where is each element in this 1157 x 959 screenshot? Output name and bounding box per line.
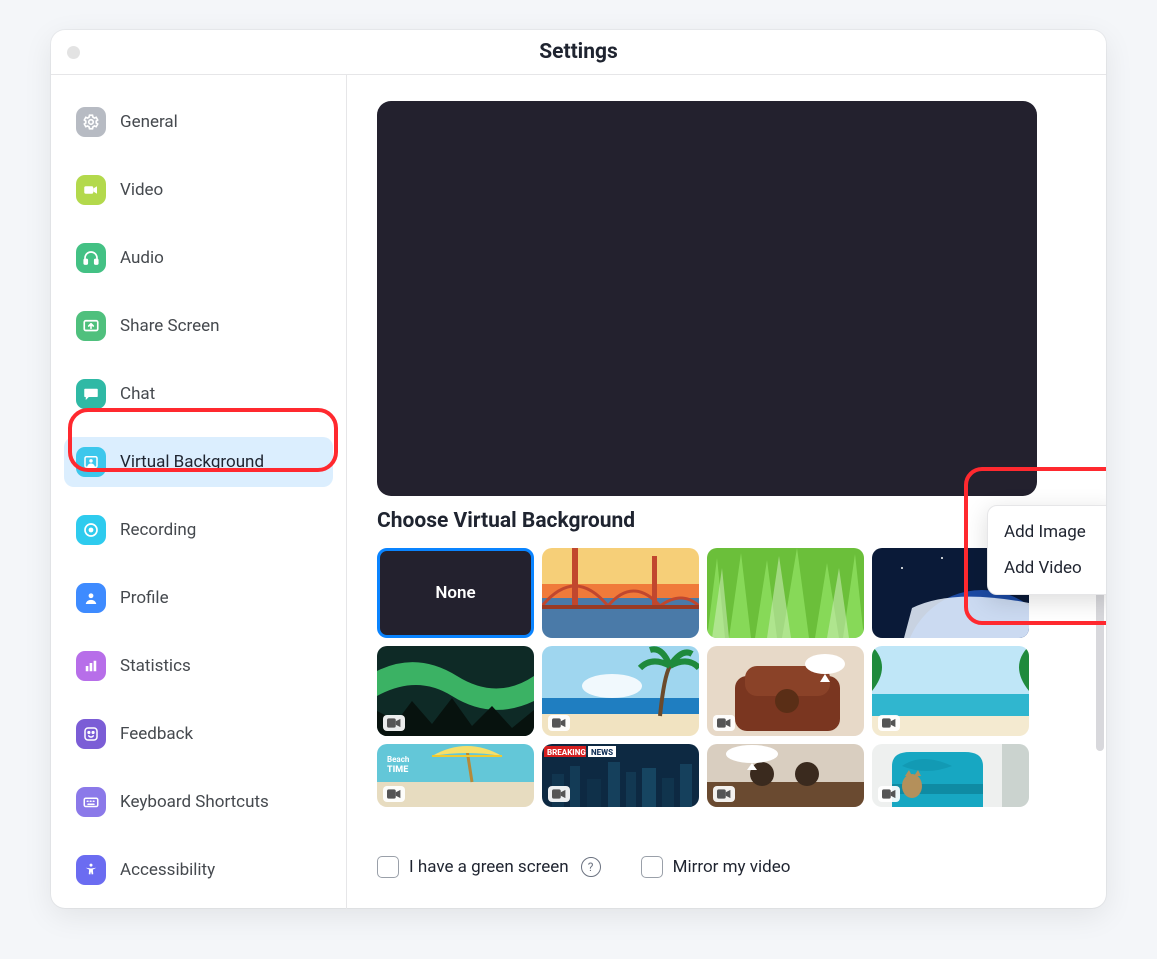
thumbnail-scrollbar[interactable] (1096, 575, 1104, 751)
add-video-item[interactable]: Add Video (988, 550, 1106, 586)
share-screen-icon (76, 311, 106, 341)
section-header-row: Choose Virtual Background (377, 508, 1037, 534)
virtual-background-icon (76, 447, 106, 477)
video-badge-icon (713, 786, 735, 802)
titlebar: Settings (51, 30, 1106, 75)
window-title: Settings (539, 40, 618, 64)
video-icon (76, 175, 106, 205)
checkbox-box (641, 856, 663, 878)
video-badge-icon (878, 786, 900, 802)
sidebar-item-chat[interactable]: Chat (64, 369, 333, 419)
background-thumb-none[interactable]: None (377, 548, 534, 638)
chat-icon (76, 379, 106, 409)
sidebar-item-audio[interactable]: Audio (64, 233, 333, 283)
sidebar-item-virtual-background[interactable]: Virtual Background (64, 437, 333, 487)
video-badge-icon (713, 715, 735, 731)
add-image-item[interactable]: Add Image (988, 514, 1106, 550)
sidebar-item-feedback[interactable]: Feedback (64, 709, 333, 759)
sidebar-item-label: Chat (120, 384, 155, 404)
sidebar-item-label: Keyboard Shortcuts (120, 792, 269, 812)
main-panel: Choose Virtual Background None (347, 75, 1106, 909)
sidebar-item-label: Audio (120, 248, 164, 268)
mirror-label: Mirror my video (673, 857, 791, 877)
background-thumbnail-grid: None (377, 548, 1041, 834)
background-thumb-beach-umbrella[interactable]: Beach TIME (377, 744, 534, 807)
sidebar-item-label: Statistics (120, 656, 191, 676)
sidebar-item-keyboard-shortcuts[interactable]: Keyboard Shortcuts (64, 777, 333, 827)
background-thumb-city-news[interactable]: BREAKING NEWS (542, 744, 699, 807)
accessibility-icon (76, 855, 106, 885)
sidebar-item-label: Share Screen (120, 316, 220, 336)
help-icon[interactable]: ? (581, 857, 601, 877)
background-thumb-grass[interactable] (707, 548, 864, 638)
sidebar-item-label: Video (120, 180, 163, 200)
gear-icon (76, 107, 106, 137)
sidebar-item-share-screen[interactable]: Share Screen (64, 301, 333, 351)
feedback-icon (76, 719, 106, 749)
svg-text:Beach: Beach (387, 755, 410, 764)
background-thumb-dog-sofa[interactable] (707, 646, 864, 736)
options-row: I have a green screen ? Mirror my video (377, 856, 1074, 878)
content-area: General Video Audio Share Screen (51, 75, 1106, 909)
headphones-icon (76, 243, 106, 273)
background-thumb-beach-palms[interactable] (542, 646, 699, 736)
video-preview (377, 101, 1037, 496)
checkbox-box (377, 856, 399, 878)
svg-text:NEWS: NEWS (591, 748, 613, 757)
sidebar-item-profile[interactable]: Profile (64, 573, 333, 623)
video-badge-icon (383, 786, 405, 802)
background-thumb-bridge[interactable] (542, 548, 699, 638)
mirror-checkbox[interactable]: Mirror my video (641, 856, 791, 878)
video-badge-icon (383, 715, 405, 731)
sidebar: General Video Audio Share Screen (51, 75, 347, 909)
sidebar-item-video[interactable]: Video (64, 165, 333, 215)
keyboard-icon (76, 787, 106, 817)
video-badge-icon (878, 715, 900, 731)
sidebar-item-general[interactable]: General (64, 97, 333, 147)
background-thumb-cat-armchair[interactable] (872, 744, 1029, 807)
sidebar-item-label: Profile (120, 588, 169, 608)
sidebar-item-label: Virtual Background (120, 452, 264, 472)
video-badge-icon (548, 715, 570, 731)
sidebar-item-label: Accessibility (120, 860, 215, 880)
sidebar-item-recording[interactable]: Recording (64, 505, 333, 555)
svg-text:TIME: TIME (387, 765, 408, 775)
statistics-icon (76, 651, 106, 681)
sidebar-item-accessibility[interactable]: Accessibility (64, 845, 333, 895)
settings-window: Settings General Video Audio (51, 30, 1106, 908)
greenscreen-checkbox[interactable]: I have a green screen (377, 856, 569, 878)
sidebar-item-label: Recording (120, 520, 196, 540)
none-label: None (435, 583, 475, 603)
background-thumb-tropical-sea[interactable] (872, 646, 1029, 736)
background-thumb-aurora[interactable] (377, 646, 534, 736)
profile-icon (76, 583, 106, 613)
sidebar-item-label: Feedback (120, 724, 193, 744)
window-close-dot[interactable] (67, 46, 80, 59)
section-title: Choose Virtual Background (377, 509, 635, 533)
add-background-menu: Add Image Add Video (987, 505, 1106, 595)
recording-icon (76, 515, 106, 545)
sidebar-item-statistics[interactable]: Statistics (64, 641, 333, 691)
background-thumb-cafe[interactable] (707, 744, 864, 807)
video-badge-icon (548, 786, 570, 802)
svg-text:BREAKING: BREAKING (547, 748, 586, 757)
sidebar-item-label: General (120, 112, 178, 132)
greenscreen-label: I have a green screen (409, 857, 569, 877)
